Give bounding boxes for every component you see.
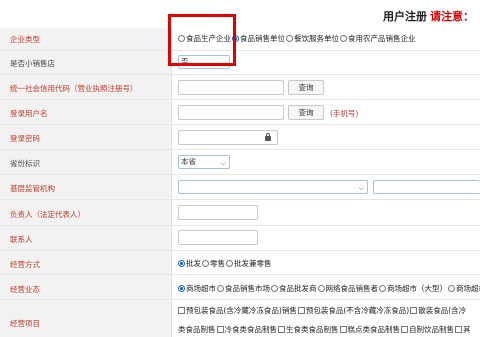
business-items-line-2: 类食品制售 冷食类食品制售 生食类食品制售 糕点类食品制售 自制饮品制售其	[178, 324, 472, 335]
password-label: 登录密码	[10, 134, 40, 143]
authority-label: 基层监管机构	[10, 184, 55, 193]
password-input[interactable]	[178, 130, 278, 145]
business-mode-option-retail[interactable]: 零售	[202, 258, 225, 269]
row-divider	[0, 174, 480, 175]
checkbox-icon[interactable]	[455, 326, 462, 333]
radio-icon[interactable]	[217, 285, 224, 292]
credit-code-input[interactable]	[178, 80, 284, 95]
chevron-down-icon: ⌵	[358, 184, 364, 192]
radio-icon[interactable]	[379, 285, 386, 292]
business-item-checkbox[interactable]: 自制饮品制售	[401, 324, 454, 335]
checkbox-icon[interactable]	[401, 326, 408, 333]
business-format-label: 经营业态	[10, 285, 40, 294]
chevron-down-icon: ⌵	[220, 159, 226, 167]
row-divider	[0, 199, 480, 200]
credit-code-label: 统一社会信用代码（营业执照注册号）	[10, 84, 138, 93]
radio-icon[interactable]	[178, 285, 185, 292]
province-select[interactable]: 本省 ⌵	[178, 155, 230, 169]
row-divider	[0, 99, 480, 100]
business-format-options: 商场超市食品销售市场食品批发商网络食品销售者商场超市（大型）商场超市	[178, 283, 480, 294]
radio-icon[interactable]	[178, 260, 185, 267]
business-item-checkbox[interactable]: 类食品制售	[178, 324, 216, 335]
business-format-option-online[interactable]: 网络食品销售者	[317, 283, 378, 294]
legal-person-label: 负责人（法定代表人）	[10, 210, 85, 219]
row-divider	[0, 149, 480, 150]
province-label: 省份标识	[10, 159, 40, 168]
business-format-option-supermarket[interactable]: 商场超市	[178, 283, 216, 294]
business-mode-options: 批发 零售 批发兼零售	[178, 258, 273, 269]
row-divider	[0, 299, 480, 300]
radio-icon[interactable]	[202, 260, 209, 267]
lock-icon	[265, 133, 271, 141]
enterprise-type-option-catering[interactable]: 餐饮服务单位	[286, 33, 339, 44]
radio-icon[interactable]	[340, 35, 347, 42]
business-mode-option-wholesale[interactable]: 批发	[178, 258, 201, 269]
radio-icon[interactable]	[286, 35, 293, 42]
radio-icon[interactable]	[271, 285, 278, 292]
business-format-option-market[interactable]: 食品销售市场	[217, 283, 270, 294]
business-item-checkbox[interactable]: 其	[455, 324, 471, 335]
credit-code-query-button[interactable]: 查询	[288, 80, 324, 95]
checkbox-icon[interactable]	[278, 326, 285, 333]
username-query-button[interactable]: 查询	[288, 105, 324, 120]
business-item-checkbox[interactable]: 冷食类食品制售	[216, 324, 277, 335]
enterprise-type-label: 企业类型	[10, 35, 40, 44]
legal-person-input[interactable]	[178, 205, 258, 220]
page-header: 用户注册 请注意：	[0, 0, 480, 30]
business-format-option-wholesaler[interactable]: 食品批发商	[271, 283, 317, 294]
business-item-checkbox[interactable]: 生食类食品制售	[278, 324, 339, 335]
row-divider	[0, 74, 480, 75]
business-item-checkbox[interactable]: 预包装食品(不含冷藏冷冻食品)	[297, 305, 409, 316]
notice-label: 请注意：	[430, 10, 474, 23]
checkbox-icon[interactable]	[297, 307, 305, 314]
enterprise-type-option-food-seller[interactable]: 食品销售单位	[232, 33, 285, 44]
contact-label: 联系人	[10, 235, 33, 244]
checkbox-icon[interactable]	[410, 307, 418, 314]
authority-sub-select[interactable]	[373, 180, 480, 194]
username-input[interactable]	[178, 105, 284, 120]
authority-select[interactable]: ⌵	[178, 180, 368, 194]
business-item-checkbox[interactable]: 预包装食品(含冷藏冷冻食品)销售	[178, 305, 297, 316]
row-divider	[0, 250, 480, 251]
row-divider	[0, 225, 480, 226]
business-mode-label: 经营方式	[10, 260, 40, 269]
username-hint: (手机号)	[330, 109, 359, 118]
business-item-checkbox[interactable]: 散装食品(含冷	[410, 305, 466, 316]
checkbox-icon[interactable]	[339, 326, 347, 333]
checkbox-icon[interactable]	[178, 307, 185, 314]
business-items-line-1: 预包装食品(含冷藏冷冻食品)销售 预包装食品(不含冷藏冷冻食品) 散装食品(含冷	[178, 305, 467, 316]
business-format-option-large-supermarket[interactable]: 商场超市（大型）	[379, 283, 447, 294]
row-divider	[0, 124, 480, 125]
radio-icon[interactable]	[226, 260, 233, 267]
checkbox-icon[interactable]	[216, 326, 224, 333]
business-item-checkbox[interactable]: 糕点类食品制售	[339, 324, 400, 335]
highlight-box	[168, 14, 236, 66]
radio-icon[interactable]	[317, 285, 325, 292]
business-format-option-supermarket-2[interactable]: 商场超市	[448, 283, 480, 294]
business-mode-option-both[interactable]: 批发兼零售	[226, 258, 272, 269]
row-divider	[0, 274, 480, 275]
radio-icon[interactable]	[448, 285, 455, 292]
page-title: 用户注册	[383, 10, 427, 23]
row-divider	[0, 50, 480, 51]
small-shop-label: 是否小销售店	[10, 59, 55, 68]
contact-input[interactable]	[178, 230, 258, 245]
enterprise-type-option-agri[interactable]: 食用农产品销售企业	[340, 33, 416, 44]
business-items-label: 经营项目	[10, 319, 40, 328]
username-label: 登录用户名	[10, 109, 48, 118]
